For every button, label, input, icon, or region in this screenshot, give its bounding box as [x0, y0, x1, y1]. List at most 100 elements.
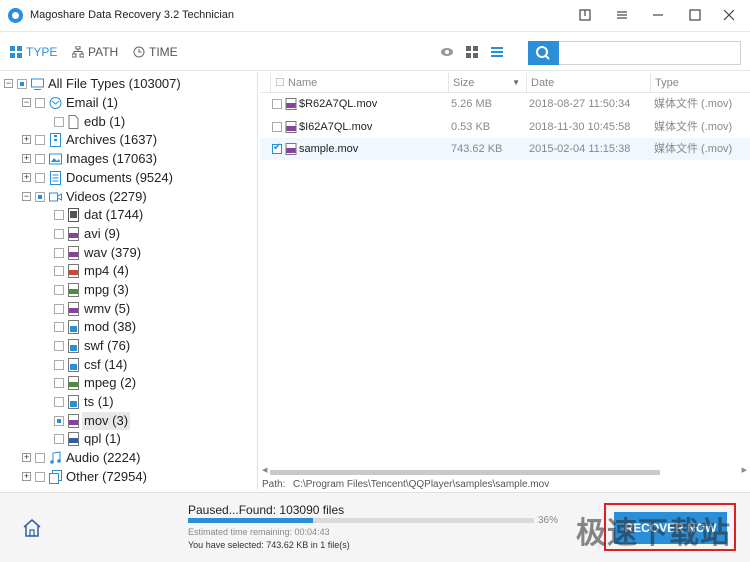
tree-label: avi (9) — [84, 226, 121, 241]
tree-checkbox[interactable] — [35, 453, 45, 463]
column-name-header[interactable]: ☐ Name — [270, 73, 448, 93]
file-size: 743.62 KB — [451, 143, 503, 155]
time-remaining: Estimated time remaining: 00:04:43 — [188, 527, 330, 537]
expand-toggle[interactable]: + — [22, 135, 31, 144]
tree-checkbox[interactable] — [35, 98, 45, 108]
list-view-icon[interactable] — [490, 45, 504, 59]
email-icon — [49, 97, 62, 109]
tree-checkbox[interactable] — [35, 135, 45, 145]
search-icon — [536, 46, 550, 60]
tree-checkbox[interactable] — [35, 192, 45, 202]
scrollbar-thumb[interactable] — [270, 470, 660, 475]
swf-file-icon — [68, 339, 79, 353]
mov-file-icon — [285, 143, 297, 155]
tree-checkbox[interactable] — [54, 266, 64, 276]
computer-icon — [31, 78, 44, 90]
mov-file-icon — [285, 121, 297, 133]
file-date: 2018-08-27 11:50:34 — [529, 98, 631, 110]
tree-label: mpg (3) — [84, 282, 129, 297]
watermark: 极速下载站 — [576, 517, 731, 550]
column-label: Size — [453, 77, 475, 89]
tree-checkbox[interactable] — [54, 229, 64, 239]
tree-checkbox[interactable] — [54, 397, 64, 407]
expand-toggle[interactable]: + — [22, 154, 31, 163]
tree-checkbox[interactable] — [54, 434, 64, 444]
row-checkbox[interactable] — [272, 142, 282, 154]
feedback-icon[interactable] — [574, 6, 596, 26]
file-size: 5.26 MB — [451, 98, 492, 110]
tab-time[interactable]: TIME — [133, 33, 178, 71]
horizontal-scrollbar[interactable]: ◀ ▶ — [262, 466, 747, 477]
file-size: 0.53 KB — [451, 121, 491, 133]
column-date-header[interactable]: Date — [526, 73, 650, 93]
tree-checkbox[interactable] — [54, 322, 64, 332]
expand-toggle[interactable]: + — [22, 173, 31, 182]
column-label: Date — [531, 77, 555, 89]
file-icon — [68, 115, 79, 129]
tree-checkbox[interactable] — [54, 378, 64, 388]
avi-file-icon — [68, 227, 79, 241]
path-bar: Path: C:\Program Files\Tencent\QQPlayer\… — [260, 478, 750, 492]
search-button[interactable] — [528, 41, 559, 65]
tree-checkbox[interactable] — [54, 248, 64, 258]
tree-checkbox[interactable] — [54, 285, 64, 295]
tree-checkbox[interactable] — [54, 304, 64, 314]
selection-info: You have selected: 743.62 KB in 1 file(s… — [188, 540, 350, 550]
tree-label: Images (17063) — [66, 151, 158, 166]
table-row[interactable]: $I62A7QL.mov 0.53 KB 2018-11-30 10:45:58… — [260, 116, 750, 138]
tab-type[interactable]: TYPE — [10, 33, 57, 71]
home-icon[interactable] — [22, 518, 42, 538]
column-checkbox[interactable]: ☐ — [275, 77, 285, 89]
tree-label: dat (1744) — [84, 207, 144, 222]
tree-label: mov (3) — [82, 412, 131, 430]
tree-checkbox[interactable] — [35, 472, 45, 482]
column-label: Name — [287, 77, 318, 89]
grid-icon — [10, 46, 22, 58]
tree-label: swf (76) — [84, 338, 131, 353]
other-files-icon — [49, 470, 62, 484]
tab-path[interactable]: PATH — [72, 33, 118, 71]
row-checkbox[interactable] — [272, 122, 282, 132]
image-icon — [49, 153, 62, 165]
clock-icon — [133, 46, 145, 58]
progress-percent: 36% — [538, 515, 559, 526]
tree-label: edb (1) — [84, 114, 126, 129]
tree-checkbox[interactable] — [17, 79, 27, 89]
tree-checkbox[interactable] — [54, 416, 64, 426]
eye-icon[interactable] — [440, 45, 454, 59]
tree-checkbox[interactable] — [54, 341, 64, 351]
tree-checkbox[interactable] — [54, 360, 64, 370]
minimize-icon[interactable] — [647, 6, 669, 26]
collapse-toggle[interactable]: − — [22, 98, 31, 107]
tree-checkbox[interactable] — [35, 173, 45, 183]
collapse-toggle[interactable]: − — [22, 192, 31, 201]
close-icon[interactable] — [718, 6, 740, 26]
tree-checkbox[interactable] — [54, 210, 64, 220]
tree-checkbox[interactable] — [35, 154, 45, 164]
column-type-header[interactable]: Type — [650, 73, 750, 93]
search-input[interactable] — [559, 41, 741, 65]
expand-toggle[interactable]: + — [22, 453, 31, 462]
collapse-toggle[interactable]: − — [4, 79, 13, 88]
mpg-file-icon — [68, 283, 79, 297]
file-name: $I62A7QL.mov — [299, 121, 373, 133]
qpl-file-icon — [68, 432, 79, 446]
row-checkbox[interactable] — [272, 99, 282, 109]
app-logo-icon — [8, 8, 23, 23]
scroll-left-icon[interactable]: ◀ — [262, 466, 267, 474]
menu-icon[interactable] — [611, 6, 633, 26]
tree-label: wmv (5) — [84, 301, 131, 316]
file-name: $R62A7QL.mov — [299, 98, 378, 110]
maximize-icon[interactable] — [684, 6, 706, 26]
file-type-tree: − All File Types (103007) − Email (1) ed… — [0, 72, 258, 490]
table-row[interactable]: sample.mov 743.62 KB 2015-02-04 11:15:38… — [260, 138, 750, 160]
scroll-right-icon[interactable]: ▶ — [742, 466, 747, 474]
expand-toggle[interactable]: + — [22, 472, 31, 481]
title-bar: Magoshare Data Recovery 3.2 Technician — [0, 0, 750, 32]
table-row[interactable]: $R62A7QL.mov 5.26 MB 2018-08-27 11:50:34… — [260, 93, 750, 115]
column-size-header[interactable]: Size ▼ — [448, 73, 526, 93]
thumbnail-view-icon[interactable] — [465, 45, 479, 59]
tab-type-label: TYPE — [26, 45, 58, 59]
tree-label: All File Types (103007) — [48, 76, 181, 91]
tree-checkbox[interactable] — [54, 117, 64, 127]
